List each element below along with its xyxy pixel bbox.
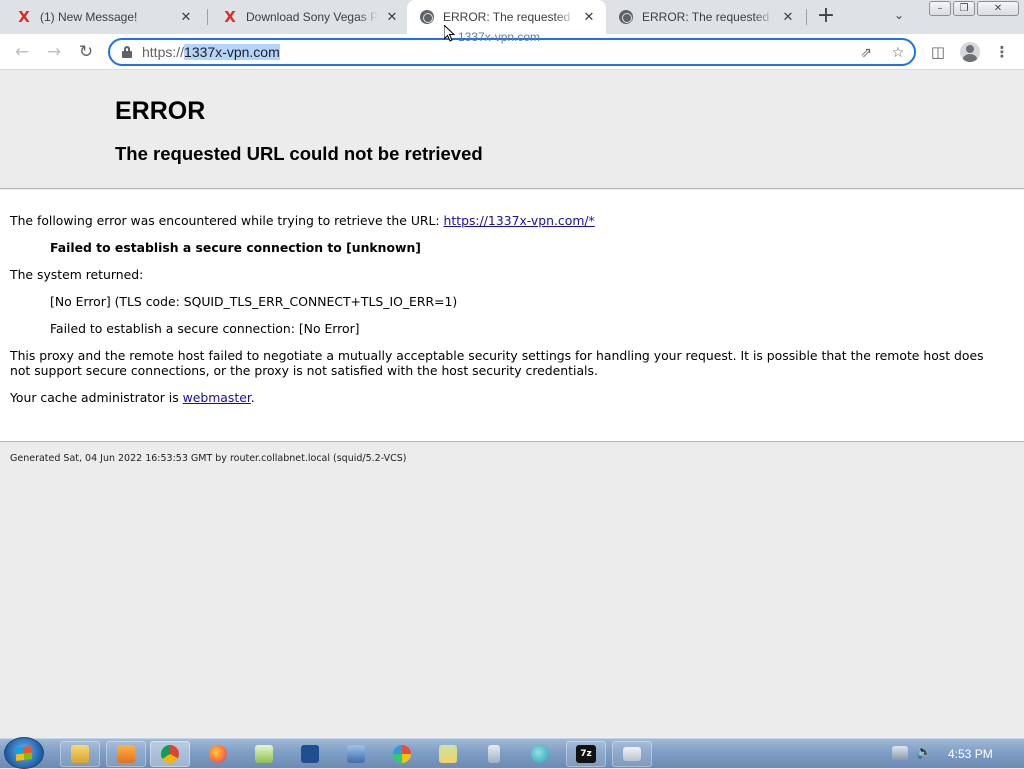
notepad-icon	[255, 745, 273, 763]
globe-icon	[419, 9, 435, 25]
tab-strip: X (1) New Message! ✕ X Download Sony Veg…	[0, 0, 1024, 34]
mouse-cursor-icon	[444, 25, 456, 42]
taskbar-calculator[interactable]	[474, 741, 514, 767]
powershell-icon	[301, 745, 319, 763]
taskbar-media-player[interactable]	[106, 741, 146, 767]
paint-icon	[393, 745, 411, 763]
url-text[interactable]: https://1337x-vpn.com	[142, 44, 280, 60]
files-icon	[439, 745, 457, 763]
tab-separator	[806, 9, 807, 25]
start-button[interactable]	[4, 737, 44, 769]
window-close-button[interactable]: ✕	[977, 1, 1019, 16]
tab-title: (1) New Message!	[40, 10, 138, 24]
error-summary: Failed to establish a secure connection …	[50, 240, 421, 255]
taskbar-files[interactable]	[428, 741, 468, 767]
globe-icon	[618, 9, 634, 25]
tab-error-2[interactable]: ERROR: The requested URL ✕	[606, 0, 806, 34]
new-tab-button[interactable]: +	[814, 5, 838, 29]
x-icon: X	[18, 8, 30, 26]
page-viewport: ERROR The requested URL could not be ret…	[0, 71, 1024, 738]
url-scheme: https://	[142, 44, 185, 60]
taskbar: 7z 🔈 4:53 PM	[0, 737, 1024, 769]
restore-button[interactable]: ❐	[953, 1, 975, 16]
webmaster-link[interactable]: webmaster	[183, 390, 251, 405]
admin-suffix: .	[250, 390, 255, 405]
close-icon[interactable]: ✕	[384, 9, 400, 25]
close-icon[interactable]: ✕	[178, 9, 194, 25]
url-host: 1337x-vpn.com	[184, 44, 280, 60]
forward-arrow-icon[interactable]: →	[44, 42, 64, 62]
admin-prefix: Your cache administrator is	[10, 390, 183, 405]
error-body: The following error was encountered whil…	[0, 190, 1024, 442]
taskbar-globe[interactable]	[520, 741, 560, 767]
drag-ghost-text: 1337x-vpn.com	[458, 30, 541, 44]
cache-admin-paragraph: Your cache administrator is webmaster.	[10, 390, 255, 405]
lock-icon[interactable]	[122, 46, 132, 58]
minimize-button[interactable]: –	[929, 1, 951, 16]
page-subtitle: The requested URL could not be retrieved	[115, 143, 483, 164]
secure-connection-failed-text: Failed to establish a secure connection:…	[50, 321, 360, 336]
7zip-icon: 7z	[576, 745, 596, 763]
reload-icon[interactable]: ↻	[76, 42, 96, 62]
tab-new-message[interactable]: X (1) New Message! ✕	[0, 0, 206, 34]
network-tray-icon[interactable]	[892, 746, 908, 760]
taskbar-notepad[interactable]	[244, 741, 284, 767]
chrome-icon	[161, 745, 179, 763]
side-panel-icon[interactable]: ◫	[928, 42, 948, 62]
tab-title: ERROR: The requested URL	[443, 10, 575, 24]
share-icon[interactable]: ⇗	[858, 45, 874, 61]
control-panel-icon	[623, 747, 641, 761]
calculator-icon	[488, 745, 500, 763]
page-title: ERROR	[115, 97, 206, 125]
taskbar-7zip[interactable]: 7z	[566, 741, 606, 767]
tab-title: Download Sony Vegas Pro	[246, 10, 378, 24]
taskbar-network[interactable]	[336, 741, 376, 767]
globe-app-icon	[531, 745, 549, 763]
taskbar-firefox[interactable]	[198, 741, 238, 767]
x-icon: X	[224, 8, 236, 26]
media-player-icon	[117, 745, 135, 763]
intro-text: The following error was encountered whil…	[10, 213, 444, 228]
tab-error-active[interactable]: ERROR: The requested URL ✕	[407, 0, 606, 34]
folder-icon	[71, 745, 89, 763]
taskbar-control-panel[interactable]	[612, 741, 652, 767]
taskbar-clock[interactable]: 4:53 PM	[948, 747, 993, 761]
generated-footer: Generated Sat, 04 Jun 2022 16:53:53 GMT …	[10, 453, 407, 464]
close-icon[interactable]: ✕	[581, 9, 597, 25]
tab-sony-vegas[interactable]: X Download Sony Vegas Pro ✕	[206, 0, 406, 34]
tab-title: ERROR: The requested URL	[642, 10, 774, 24]
firefox-icon	[209, 745, 227, 763]
network-icon	[347, 745, 365, 763]
profile-avatar-icon[interactable]	[960, 42, 980, 62]
error-header: ERROR The requested URL could not be ret…	[0, 71, 1024, 189]
taskbar-powershell[interactable]	[290, 741, 330, 767]
bookmark-star-icon[interactable]: ☆	[890, 45, 906, 61]
close-icon[interactable]: ✕	[780, 9, 796, 25]
volume-icon[interactable]: 🔈	[916, 745, 932, 760]
taskbar-explorer[interactable]	[60, 741, 100, 767]
back-arrow-icon[interactable]: ←	[12, 42, 32, 62]
tls-code-text: [No Error] (TLS code: SQUID_TLS_ERR_CONN…	[50, 294, 458, 309]
requested-url-link[interactable]: https://1337x-vpn.com/*	[444, 213, 595, 228]
menu-kebab-icon[interactable]: ⋮	[992, 42, 1012, 62]
system-returned-label: The system returned:	[10, 267, 144, 282]
explanation-text: This proxy and the remote host failed to…	[10, 348, 984, 378]
taskbar-paint[interactable]	[382, 741, 422, 767]
taskbar-chrome[interactable]	[150, 741, 190, 767]
intro-paragraph: The following error was encountered whil…	[10, 213, 595, 228]
tab-search-chevron-icon[interactable]: ⌄	[894, 8, 904, 22]
